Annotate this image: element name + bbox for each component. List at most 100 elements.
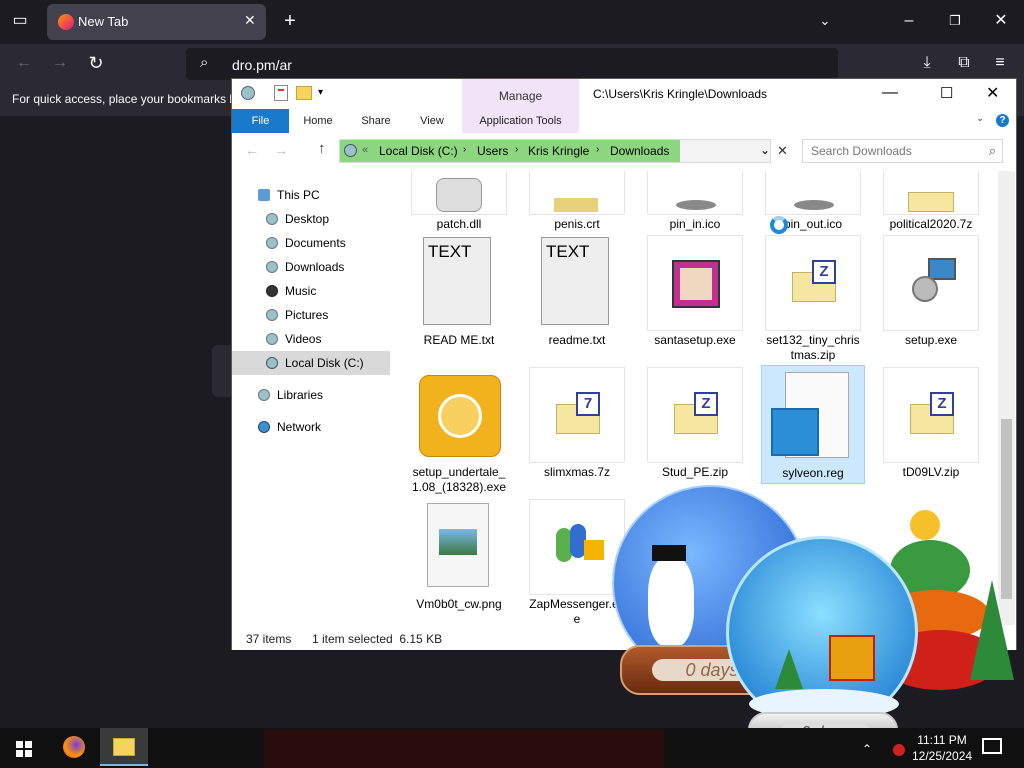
file-name: political2020.7z: [889, 217, 973, 231]
nav-this-pc[interactable]: This PC: [232, 183, 390, 207]
file-item[interactable]: Z set132_tiny_christmas.zip: [765, 235, 861, 363]
snow-globe-front[interactable]: 0 days: [726, 536, 922, 754]
new-tab-icon[interactable]: +: [279, 11, 301, 33]
download-icon[interactable]: ⤓: [916, 53, 938, 75]
registry-file-icon: [765, 368, 861, 464]
breadcrumb-separator-icon[interactable]: ›: [596, 144, 599, 155]
url-text: dro.pm/ar: [232, 57, 292, 73]
text-icon-label: TEXT: [541, 237, 609, 325]
nav-label: Desktop: [285, 212, 330, 226]
tab-list-icon[interactable]: ▭: [9, 11, 31, 33]
file-item[interactable]: Vm0b0t_cw.png: [411, 499, 507, 612]
tab-share[interactable]: Share: [354, 109, 398, 133]
file-item[interactable]: setup.exe: [883, 235, 979, 348]
ribbon-expand-icon[interactable]: ⌄: [976, 113, 984, 124]
explorer-forward-icon[interactable]: →: [274, 142, 288, 158]
file-item[interactable]: political2020.7z: [883, 171, 979, 232]
minimize-icon[interactable]: –: [898, 11, 920, 33]
nav-local-disk[interactable]: Local Disk (C:): [232, 351, 390, 375]
file-item[interactable]: santasetup.exe: [647, 235, 743, 348]
back-icon[interactable]: ←: [13, 53, 35, 75]
nav-desktop[interactable]: Desktop: [232, 207, 390, 231]
file-name: penis.crt: [554, 217, 600, 231]
breadcrumb-separator-icon[interactable]: ›: [515, 144, 518, 155]
browser-tab-bar: ▭ New Tab ✕ + ⌄ – ❐ ✕: [0, 0, 1024, 44]
start-button[interactable]: [0, 728, 48, 766]
properties-icon[interactable]: [274, 85, 288, 101]
file-name: santasetup.exe: [654, 333, 736, 347]
tab-application-tools[interactable]: Application Tools: [462, 109, 579, 133]
file-item-selected[interactable]: sylveon.reg: [761, 365, 865, 484]
file-item[interactable]: TEXT READ ME.txt: [411, 235, 507, 348]
breadcrumb-local-disk[interactable]: Local Disk (C:): [379, 144, 458, 158]
extensions-icon[interactable]: ⧉: [953, 53, 975, 75]
file-item[interactable]: TEXT readme.txt: [529, 235, 625, 348]
breadcrumb-users[interactable]: Users: [477, 144, 508, 158]
file-item[interactable]: penis.crt: [529, 171, 625, 232]
dll-file-icon: [411, 171, 507, 215]
selection-info: 1 item selected 6.15 KB: [312, 632, 443, 646]
nav-label: Libraries: [277, 388, 324, 402]
file-item[interactable]: setup_undertale_1.08_(18328).exe: [411, 367, 507, 495]
nav-music[interactable]: Music: [232, 279, 390, 303]
manage-group: Manage: [462, 79, 579, 109]
breadcrumb-downloads[interactable]: Downloads: [610, 144, 669, 158]
url-bar[interactable]: ⌕ dro.pm/ar: [186, 48, 838, 80]
explorer-minimize-icon[interactable]: —: [882, 84, 898, 102]
network-error-icon[interactable]: [893, 744, 905, 756]
clear-address-icon[interactable]: ✕: [777, 143, 788, 159]
breadcrumb-overflow-icon[interactable]: «: [362, 144, 368, 156]
menu-icon[interactable]: ≡: [989, 53, 1011, 75]
computer-icon: [258, 189, 270, 201]
nav-documents[interactable]: Documents: [232, 231, 390, 255]
tray-icons[interactable]: ⌃: [862, 742, 872, 756]
file-item[interactable]: ZapMessenger.exe: [529, 499, 625, 626]
pictures-icon: [266, 309, 278, 321]
nav-pictures[interactable]: Pictures: [232, 303, 390, 327]
tab-file[interactable]: File: [232, 109, 289, 133]
restore-icon[interactable]: ❐: [944, 11, 966, 33]
taskbar-firefox[interactable]: [50, 728, 98, 766]
help-icon[interactable]: ?: [996, 114, 1009, 127]
chevron-down-icon[interactable]: ⌄: [814, 11, 836, 33]
close-window-icon[interactable]: ✕: [990, 11, 1012, 33]
file-item[interactable]: Z Stud_PE.zip: [647, 367, 743, 480]
reload-icon[interactable]: ↻: [85, 53, 107, 75]
setup-exe-icon: [883, 235, 979, 331]
explorer-maximize-icon[interactable]: ☐: [940, 84, 953, 102]
quick-access-dropdown-icon[interactable]: ▾: [318, 87, 323, 98]
new-folder-icon[interactable]: [296, 86, 312, 100]
messenger-exe-icon: [529, 499, 625, 595]
tab-home[interactable]: Home: [295, 109, 341, 133]
address-bar[interactable]: « Local Disk (C:) › Users › Kris Kringle…: [339, 139, 771, 163]
notification-center-icon[interactable]: [982, 738, 1002, 754]
forward-icon[interactable]: →: [49, 53, 71, 75]
file-name: sylveon.reg: [782, 466, 844, 480]
taskbar-file-explorer[interactable]: [100, 728, 148, 766]
breadcrumb-separator-icon[interactable]: ›: [463, 144, 466, 155]
close-tab-icon[interactable]: ✕: [244, 12, 256, 29]
tab-view[interactable]: View: [410, 109, 454, 133]
file-item[interactable]: pin_in.ico: [647, 171, 743, 232]
file-item[interactable]: patch.dll: [411, 171, 507, 232]
nav-videos[interactable]: Videos: [232, 327, 390, 351]
nav-network[interactable]: Network: [232, 415, 390, 439]
explorer-back-icon[interactable]: ←: [245, 142, 259, 158]
file-item[interactable]: Z tD09LV.zip: [883, 367, 979, 480]
nav-libraries[interactable]: Libraries: [232, 383, 390, 407]
search-box[interactable]: Search Downloads ⌕: [802, 139, 1003, 163]
browser-tab[interactable]: New Tab ✕: [47, 4, 266, 40]
file-item[interactable]: 7 slimxmas.7z: [529, 367, 625, 480]
explorer-close-icon[interactable]: ✕: [986, 83, 999, 103]
file-name: setup.exe: [904, 333, 958, 347]
up-folder-icon[interactable]: ↑: [318, 140, 326, 157]
item-count: 37 items: [246, 632, 292, 646]
clock-time: 11:11 PM: [917, 733, 967, 747]
top-hat-icon: [652, 545, 686, 561]
breadcrumb-kris-kringle[interactable]: Kris Kringle: [528, 144, 589, 158]
address-dropdown-icon[interactable]: ⌄: [760, 143, 770, 157]
snowman-icon: [648, 557, 694, 647]
clock[interactable]: 11:11 PM 12/25/2024: [912, 733, 972, 763]
icon-file-icon: [647, 171, 743, 215]
nav-downloads[interactable]: Downloads: [232, 255, 390, 279]
